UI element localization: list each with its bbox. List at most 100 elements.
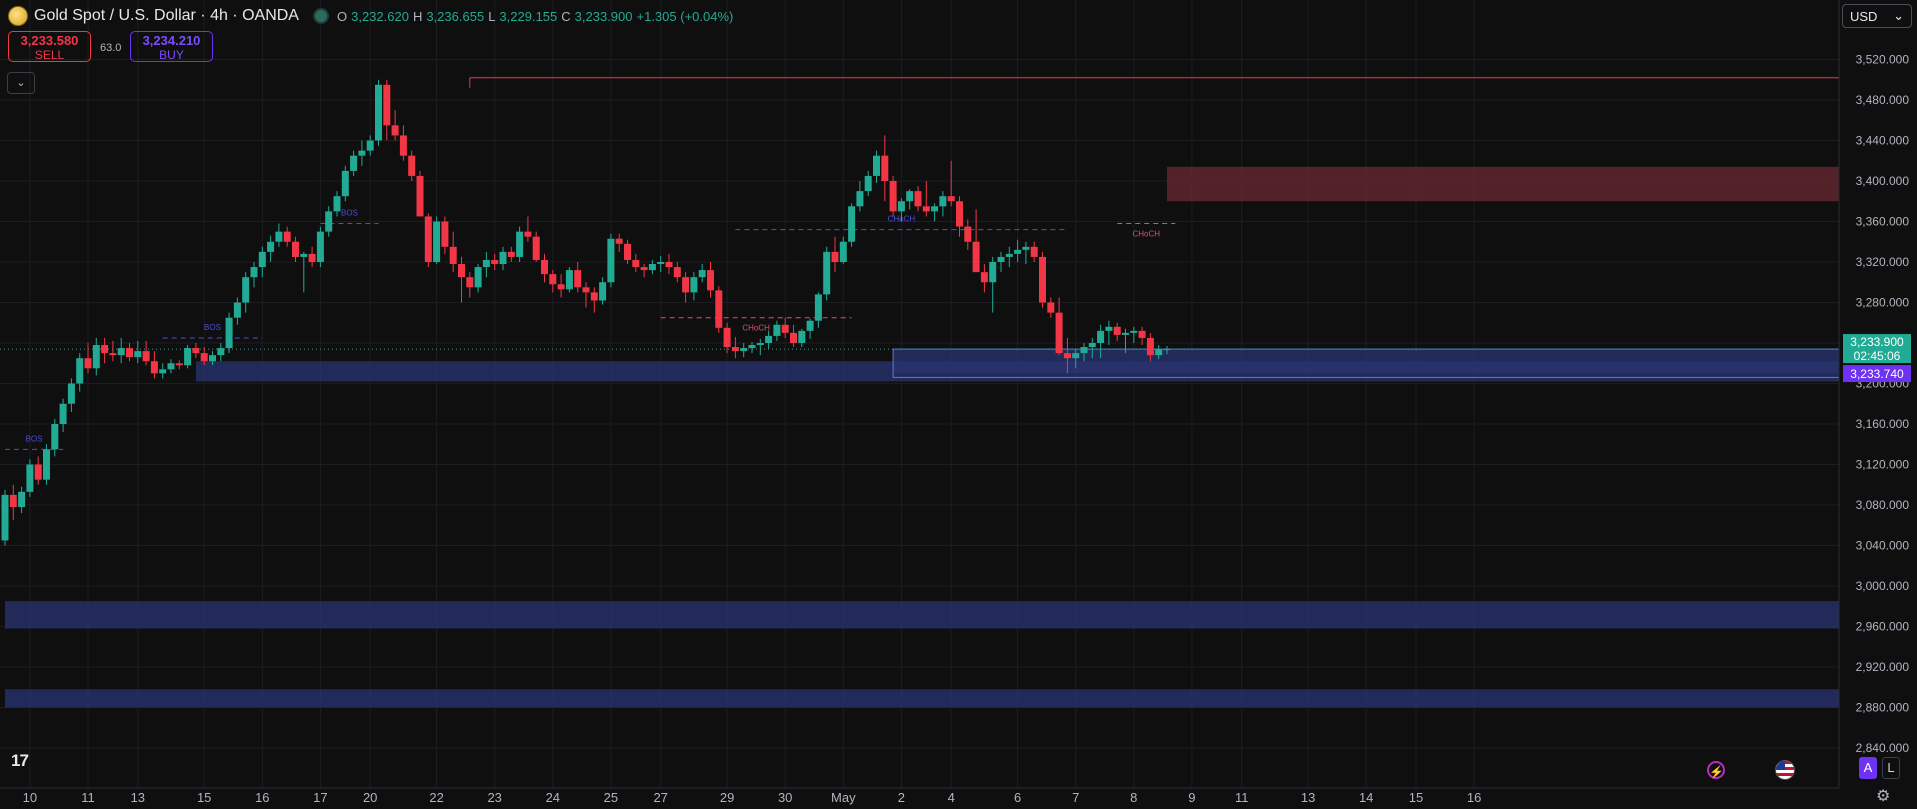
candle-body xyxy=(117,348,125,356)
candle-body xyxy=(159,369,167,374)
y-tick-label: 3,080.000 xyxy=(1856,498,1910,512)
candle-body xyxy=(1113,326,1121,335)
close-value: 3,233.900 xyxy=(574,8,633,24)
candle-body xyxy=(773,324,781,336)
candle-body xyxy=(599,282,607,301)
candle-body xyxy=(1,494,9,541)
y-tick-label: 3,120.000 xyxy=(1856,458,1910,472)
buy-label: BUY xyxy=(159,48,184,62)
candle-body xyxy=(947,196,955,202)
currency-select[interactable]: USD ⌄ xyxy=(1842,4,1912,28)
y-tick-label: 2,920.000 xyxy=(1856,660,1910,674)
candle-body xyxy=(1047,302,1055,313)
candle-body xyxy=(150,361,158,374)
y-tick-label: 3,480.000 xyxy=(1856,93,1910,107)
structure-label: BOS xyxy=(341,209,358,218)
x-tick-label: 11 xyxy=(81,790,95,805)
sell-price: 3,233.580 xyxy=(20,33,79,48)
candle-body xyxy=(258,251,266,268)
x-tick-label: May xyxy=(831,790,856,805)
gear-icon[interactable]: ⚙ xyxy=(1876,786,1890,806)
candle-body xyxy=(624,243,631,260)
bid-price-value: 3,233.740 xyxy=(1850,367,1904,381)
candle-body xyxy=(449,246,457,265)
candle-body xyxy=(1155,349,1163,356)
candle-body xyxy=(781,324,789,333)
tradingview-logo-icon[interactable]: 17 xyxy=(11,751,29,771)
candle-body xyxy=(682,277,690,293)
price-chart[interactable]: BOSBOSBOSCHoCHCHoCHCHoCH2,840.0002,880.0… xyxy=(0,0,1917,809)
candle-body xyxy=(458,264,465,278)
spread-value: 63.0 xyxy=(100,42,122,54)
candle-body xyxy=(507,251,515,257)
candle-body xyxy=(300,253,308,257)
candle-body xyxy=(9,494,17,508)
candle-body xyxy=(848,206,856,242)
candle-body xyxy=(956,201,963,227)
candle-body xyxy=(557,284,565,290)
x-tick-label: 29 xyxy=(720,790,734,805)
candle-body xyxy=(856,191,864,207)
candle-body xyxy=(433,221,441,262)
symbol-title[interactable]: Gold Spot / U.S. Dollar · 4h · OANDA xyxy=(34,7,299,25)
candle-body xyxy=(590,292,598,301)
candle-body xyxy=(109,353,117,356)
candle-body xyxy=(250,267,258,278)
x-tick-label: 15 xyxy=(197,790,211,805)
candle-body xyxy=(690,277,698,293)
candle-body xyxy=(574,270,582,288)
x-tick-label: 2 xyxy=(898,790,905,805)
candle-body xyxy=(723,327,731,348)
buy-price: 3,234.210 xyxy=(142,33,201,48)
candle-body xyxy=(790,332,797,343)
candle-body xyxy=(964,226,972,242)
red-zone xyxy=(1167,166,1839,202)
lightning-icon[interactable]: ⚡ xyxy=(1707,761,1725,779)
candle-body xyxy=(632,259,640,268)
x-tick-label: 25 xyxy=(604,790,618,805)
candle-body xyxy=(34,464,42,480)
candle-body xyxy=(823,251,831,295)
structure-label: CHoCH xyxy=(742,324,770,333)
structure-label: CHoCH xyxy=(1132,230,1160,239)
candle-body xyxy=(532,236,540,260)
candle-body xyxy=(673,267,681,278)
candle-body xyxy=(648,264,656,271)
candle-body xyxy=(43,449,50,480)
chevron-down-icon[interactable]: ⌄ xyxy=(7,72,35,94)
x-tick-label: 9 xyxy=(1188,790,1195,805)
candle-body xyxy=(209,355,216,362)
candle-body xyxy=(233,302,241,318)
auto-scale-button[interactable]: A xyxy=(1859,757,1877,779)
candle-body xyxy=(366,140,374,151)
candle-body xyxy=(740,348,748,352)
structure-label: BOS xyxy=(26,434,43,443)
candle-body xyxy=(931,206,939,212)
log-scale-button[interactable]: L xyxy=(1882,757,1900,779)
candle-body xyxy=(939,196,947,207)
us-flag-icon[interactable] xyxy=(1775,760,1795,780)
candle-body xyxy=(416,175,424,217)
candle-body xyxy=(1022,246,1030,250)
candle-body xyxy=(657,262,665,265)
candle-body xyxy=(101,345,109,354)
candle-body xyxy=(333,196,341,212)
candle-body xyxy=(358,150,366,156)
x-tick-label: 6 xyxy=(1014,790,1021,805)
candle-body xyxy=(665,262,673,268)
candle-body xyxy=(806,320,814,331)
x-tick-label: 24 xyxy=(546,790,560,805)
x-tick-label: 13 xyxy=(1301,790,1315,805)
candle-body xyxy=(1105,326,1113,331)
x-tick-label: 10 xyxy=(23,790,37,805)
x-tick-label: 8 xyxy=(1130,790,1137,805)
candle-body xyxy=(1039,256,1046,303)
candle-body xyxy=(516,231,524,257)
y-tick-label: 2,960.000 xyxy=(1856,620,1910,634)
y-tick-label: 3,440.000 xyxy=(1856,134,1910,148)
blue-zone xyxy=(5,601,1839,629)
sell-button[interactable]: 3,233.580 SELL xyxy=(8,31,91,62)
candle-body xyxy=(864,175,872,192)
candle-body xyxy=(873,155,880,176)
buy-button[interactable]: 3,234.210 BUY xyxy=(130,31,213,62)
